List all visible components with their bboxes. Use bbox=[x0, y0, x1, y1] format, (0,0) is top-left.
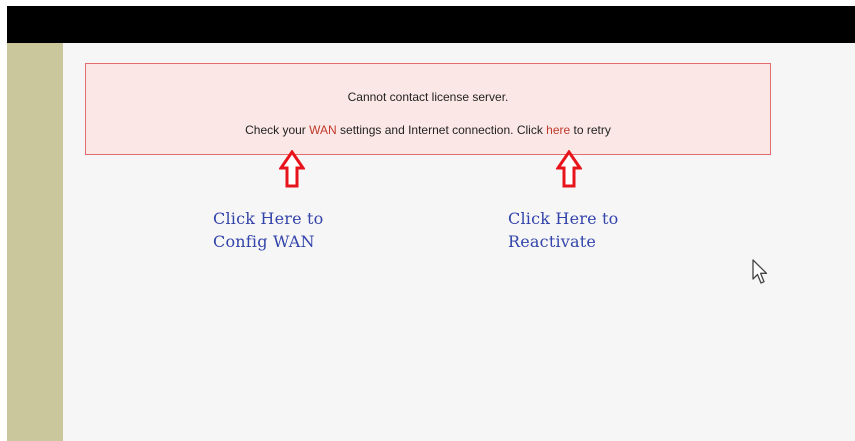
top-bar bbox=[7, 6, 855, 43]
up-arrow-icon bbox=[279, 150, 305, 188]
license-error-alert: Cannot contact license server. Check you… bbox=[85, 63, 771, 155]
alert-instructions: Check your WAN settings and Internet con… bbox=[86, 123, 770, 137]
wan-settings-link[interactable]: WAN bbox=[309, 123, 337, 137]
reactivate-annotation: Click Here to Reactivate bbox=[508, 209, 619, 251]
retry-here-link[interactable]: here bbox=[546, 123, 570, 137]
mouse-pointer-icon bbox=[752, 259, 768, 284]
left-sidebar bbox=[7, 43, 63, 441]
alert-text-suffix: to retry bbox=[570, 123, 611, 137]
alert-message: Cannot contact license server. bbox=[347, 90, 509, 104]
config-wan-annotation: Click Here to Config WAN bbox=[213, 209, 324, 251]
alert-text-prefix: Check your bbox=[245, 123, 310, 137]
up-arrow-icon bbox=[556, 150, 582, 188]
alert-text-middle: settings and Internet connection. Click bbox=[336, 123, 547, 137]
